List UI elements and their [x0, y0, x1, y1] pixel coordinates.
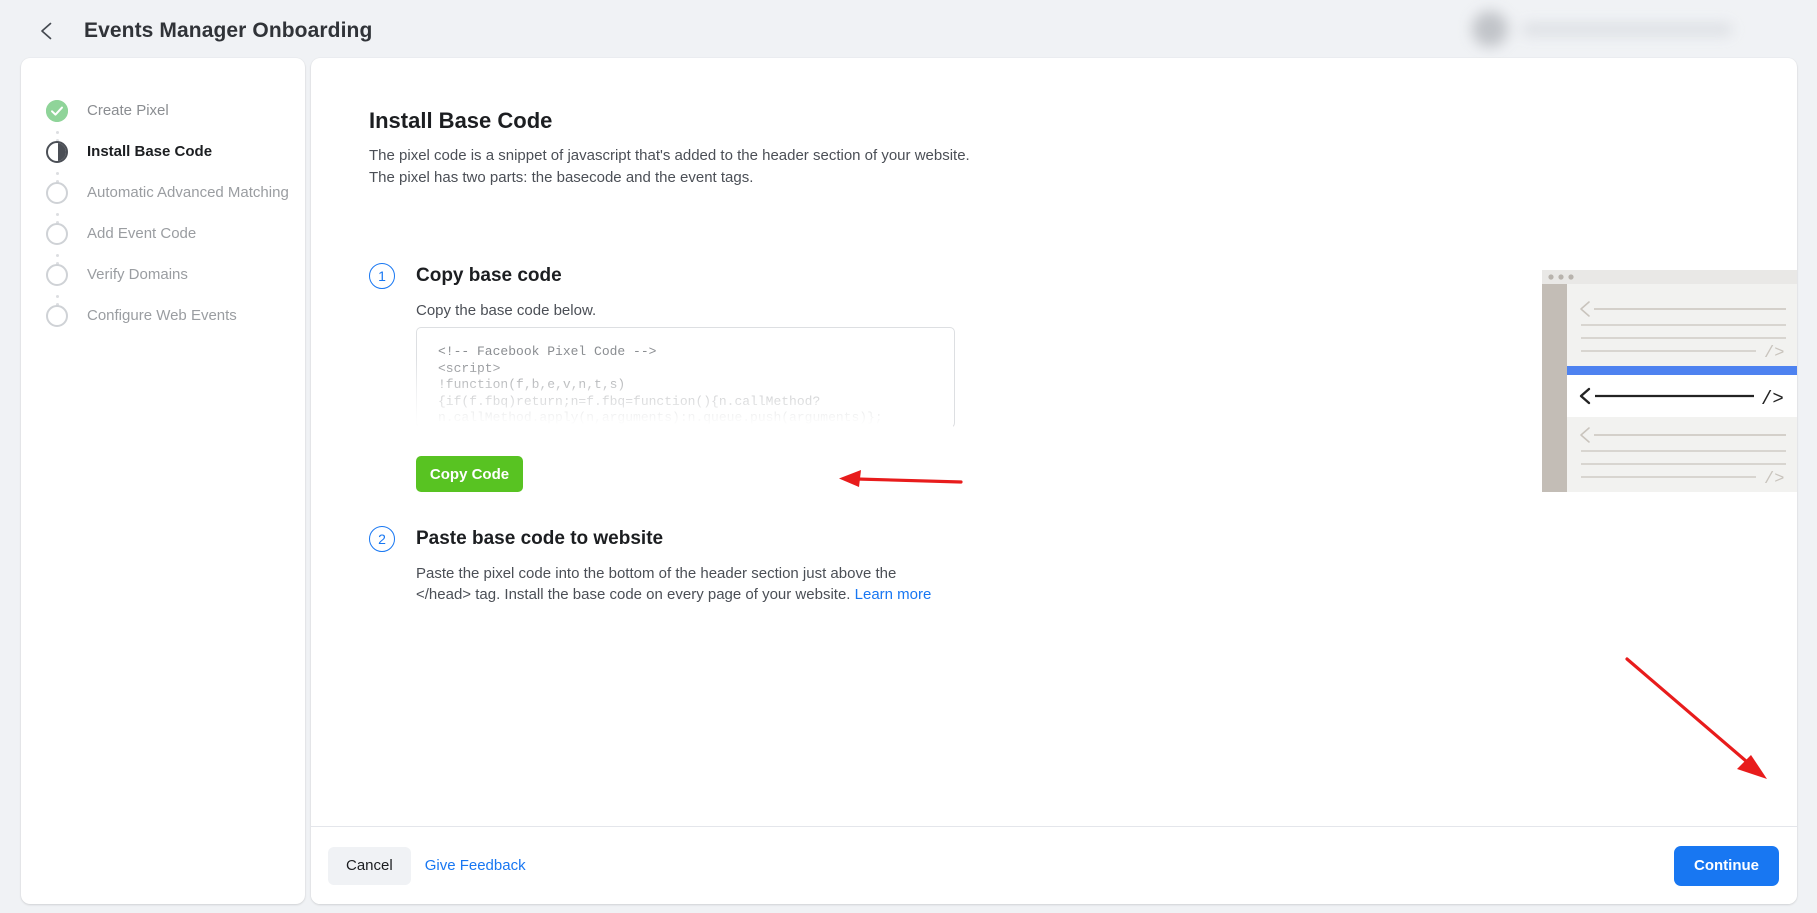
chevron-left-icon: [36, 20, 58, 42]
dialog-footer: Cancel Give Feedback Continue: [311, 826, 1797, 904]
base-code-textarea[interactable]: <!-- Facebook Pixel Code --> <script> !f…: [416, 327, 955, 428]
step-1-number: 1: [369, 263, 395, 289]
step-1-text: Copy the base code below.: [416, 300, 596, 321]
top-bar: Events Manager Onboarding: [0, 0, 1817, 62]
section-description: The pixel code is a snippet of javascrip…: [369, 145, 1089, 189]
learn-more-link[interactable]: Learn more: [855, 586, 932, 603]
sidebar-item-label: Configure Web Events: [87, 307, 237, 324]
sidebar-item-create-pixel[interactable]: Create Pixel: [21, 90, 305, 131]
red-arrow-left-icon: [831, 450, 966, 503]
step-2-title: Paste base code to website: [416, 526, 931, 552]
sidebar-item-label: Add Event Code: [87, 225, 196, 242]
base-code-content: <!-- Facebook Pixel Code --> <script> !f…: [438, 344, 954, 427]
svg-text:/>: />: [1764, 344, 1784, 363]
page-right-edge: [1809, 0, 1817, 913]
section-heading: Install Base Code: [369, 108, 552, 134]
step-2-number: 2: [369, 526, 395, 552]
step-2-text-line-1: Paste the pixel code into the bottom of …: [416, 563, 931, 584]
step-complete-icon: [46, 100, 68, 122]
page-title: Events Manager Onboarding: [84, 19, 372, 43]
onboarding-sidebar: Create Pixel Install Base Code Automatic…: [21, 58, 305, 904]
code-editor-illustration: /> /> />: [1542, 270, 1797, 492]
step-pending-icon: [46, 305, 68, 327]
sidebar-item-label: Automatic Advanced Matching: [87, 184, 289, 201]
sidebar-item-label: Create Pixel: [87, 102, 169, 119]
step-in-progress-icon: [46, 141, 68, 163]
account-menu[interactable]: [1472, 8, 1762, 50]
step-list: Create Pixel Install Base Code Automatic…: [21, 58, 305, 336]
description-line-1: The pixel code is a snippet of javascrip…: [369, 145, 1089, 167]
main-content: Install Base Code The pixel code is a sn…: [311, 58, 1797, 826]
step-1-title: Copy base code: [416, 263, 596, 289]
step-pending-icon: [46, 223, 68, 245]
step-pending-icon: [46, 264, 68, 286]
continue-button[interactable]: Continue: [1674, 846, 1779, 886]
step-2-text-line-2-wrapper: </head> tag. Install the base code on ev…: [416, 584, 931, 605]
svg-text:/>: />: [1761, 388, 1784, 410]
step-2-block: 2 Paste base code to website Paste the p…: [369, 526, 931, 605]
sidebar-item-label: Install Base Code: [87, 143, 212, 160]
sidebar-item-add-event-code[interactable]: Add Event Code: [21, 213, 305, 254]
svg-text:/>: />: [1764, 470, 1784, 489]
copy-code-button[interactable]: Copy Code: [416, 456, 523, 492]
sidebar-item-label: Verify Domains: [87, 266, 188, 283]
step-1-block: 1 Copy base code Copy the base code belo…: [369, 263, 596, 321]
main-panel: Install Base Code The pixel code is a sn…: [311, 58, 1797, 904]
sidebar-item-configure-web-events[interactable]: Configure Web Events: [21, 295, 305, 336]
give-feedback-link[interactable]: Give Feedback: [425, 857, 526, 874]
step-2-text-line-2: </head> tag. Install the base code on ev…: [416, 586, 850, 603]
cancel-button[interactable]: Cancel: [328, 847, 411, 885]
avatar: [1472, 11, 1508, 47]
red-arrow-down-right-icon: [1621, 653, 1781, 793]
step-pending-icon: [46, 182, 68, 204]
account-name-blurred: [1522, 24, 1732, 35]
sidebar-item-install-base-code[interactable]: Install Base Code: [21, 131, 305, 172]
description-line-2: The pixel has two parts: the basecode an…: [369, 167, 1089, 189]
back-button[interactable]: [36, 20, 58, 42]
step-2-text: Paste the pixel code into the bottom of …: [416, 563, 931, 605]
sidebar-item-automatic-advanced-matching[interactable]: Automatic Advanced Matching: [21, 172, 305, 213]
sidebar-item-verify-domains[interactable]: Verify Domains: [21, 254, 305, 295]
